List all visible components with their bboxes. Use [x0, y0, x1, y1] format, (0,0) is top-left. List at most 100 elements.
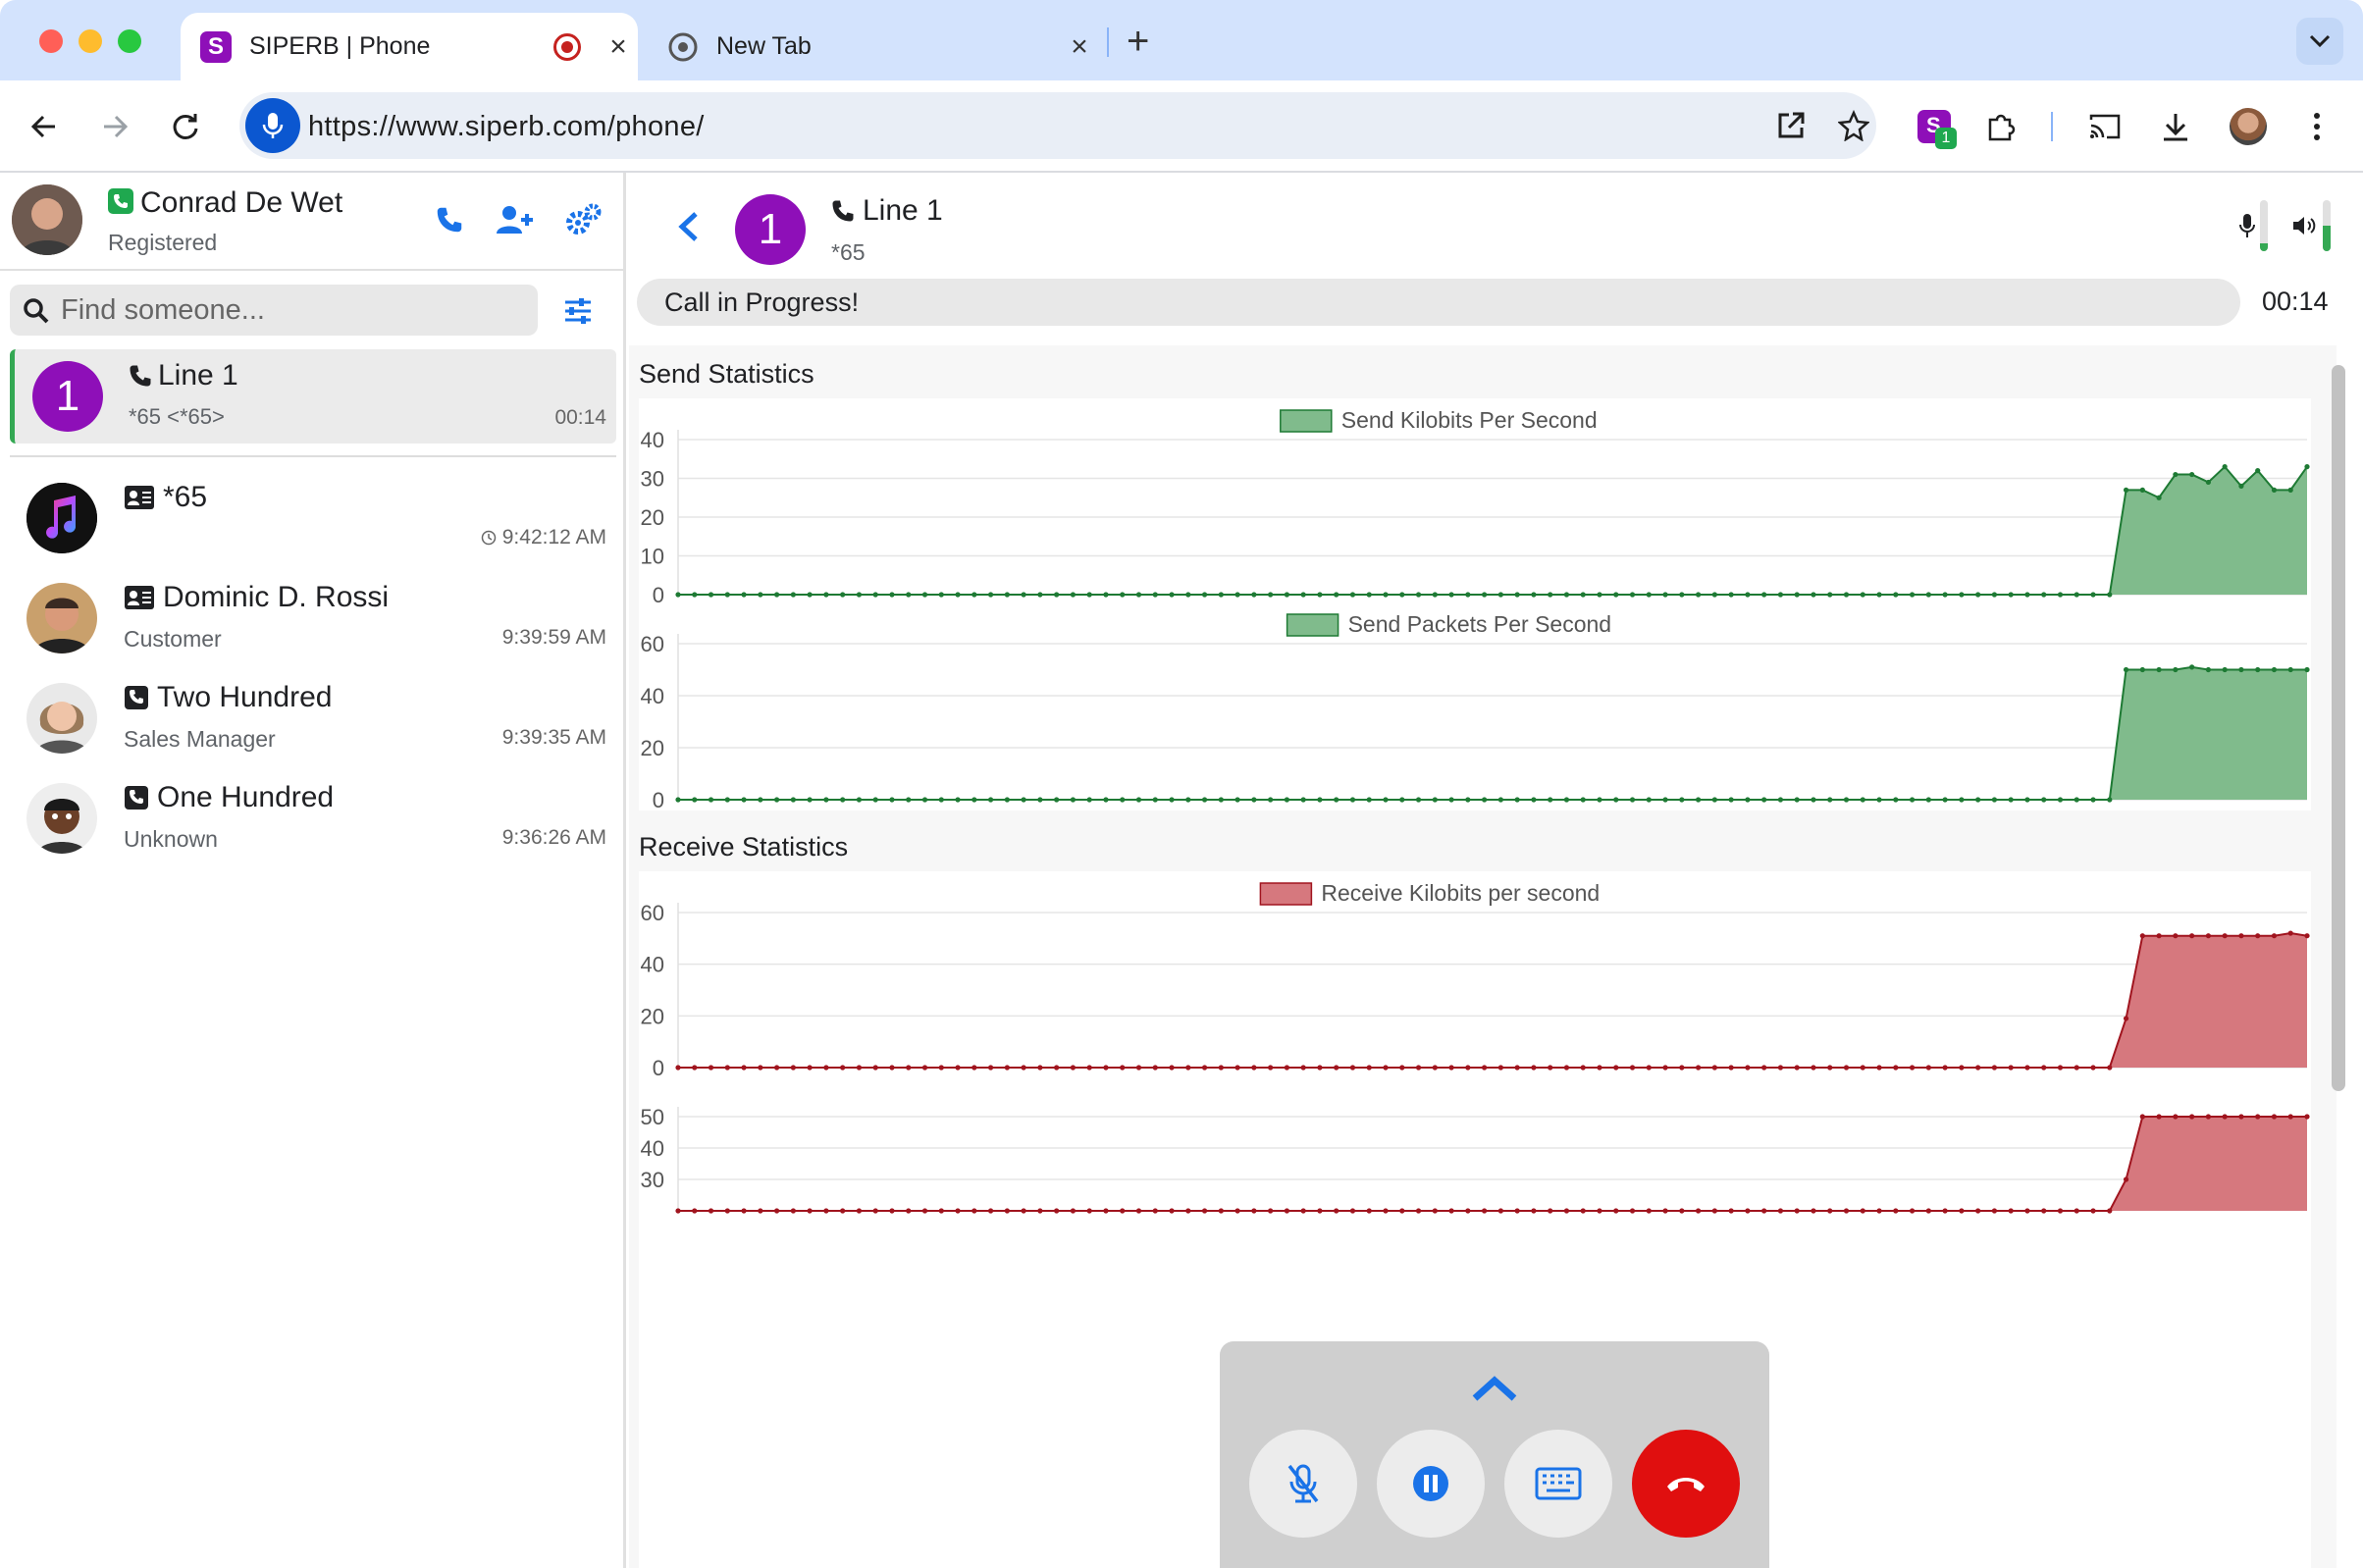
list-item[interactable]: One Hundred Unknown 9:36:26 AM [0, 771, 626, 869]
reload-button[interactable] [161, 102, 210, 151]
data-point [1334, 797, 1339, 803]
data-point [1086, 797, 1092, 803]
data-point [987, 1065, 994, 1071]
tab-search-button[interactable] [2296, 18, 2343, 65]
scrollbar[interactable] [2332, 365, 2345, 1091]
add-contact-button[interactable] [493, 198, 536, 241]
bookmark-star-icon[interactable] [1829, 101, 1878, 150]
data-point [1629, 592, 1636, 598]
data-point [2173, 1114, 2179, 1120]
tab-siperb-phone[interactable]: S SIPERB | Phone × [181, 13, 638, 80]
search-box [10, 285, 538, 336]
data-point [1679, 1208, 1685, 1214]
data-point [1711, 1208, 1717, 1214]
data-point [2024, 592, 2030, 598]
search-input[interactable] [61, 290, 522, 330]
zoom-window-button[interactable] [118, 29, 141, 53]
data-point [2074, 1065, 2079, 1071]
tab-new-tab[interactable]: New Tab × [648, 13, 1099, 80]
hangup-button[interactable] [1632, 1430, 1740, 1538]
data-point [1876, 1065, 1882, 1071]
new-tab-button[interactable]: + [1127, 20, 1149, 64]
data-point [1597, 1208, 1602, 1214]
data-point [2156, 933, 2162, 939]
data-point [906, 1065, 912, 1071]
data-point [1514, 797, 1520, 803]
cast-icon[interactable] [2080, 102, 2129, 151]
data-point [1399, 1065, 1405, 1071]
back-button[interactable] [668, 202, 708, 251]
active-line-item[interactable]: 1 Line 1 *65 <*65> 00:14 [10, 349, 616, 444]
data-point [1497, 592, 1503, 598]
data-point [856, 592, 863, 598]
registered-phone-icon [108, 188, 133, 214]
data-point [1251, 797, 1257, 803]
data-point [2057, 1065, 2064, 1071]
minimize-window-button[interactable] [79, 29, 102, 53]
list-item[interactable]: *65 9:42:12 AM [0, 471, 626, 569]
data-point [955, 1208, 961, 1214]
data-point [1975, 592, 1981, 598]
data-point [724, 1065, 730, 1071]
data-point [2173, 666, 2179, 673]
hold-button[interactable] [1377, 1430, 1485, 1538]
data-point [1613, 1208, 1619, 1214]
chevron-up-icon[interactable] [1469, 1375, 1520, 1404]
profile-avatar[interactable] [2224, 102, 2273, 151]
keypad-button[interactable] [1504, 1430, 1612, 1538]
search-icon [24, 298, 49, 324]
data-point [692, 797, 698, 803]
data-point [1827, 1208, 1833, 1214]
data-point [1004, 1208, 1010, 1214]
data-point [1169, 1065, 1175, 1071]
y-tick-label: 60 [641, 901, 664, 925]
open-in-app-icon[interactable] [1766, 101, 1815, 150]
line-detail: *65 <*65> [129, 404, 225, 429]
siperb-extension-icon[interactable]: S 1 [1910, 102, 1959, 151]
line-duration: 00:14 [554, 406, 606, 429]
download-icon[interactable] [2151, 102, 2200, 151]
data-point [1497, 1065, 1503, 1071]
extensions-puzzle-icon[interactable] [1976, 102, 2025, 151]
dial-button[interactable] [428, 198, 471, 241]
data-point [1383, 1065, 1389, 1071]
voice-search-icon[interactable] [245, 98, 300, 153]
list-item[interactable]: Two Hundred Sales Manager 9:39:35 AM [0, 671, 626, 769]
settings-button[interactable] [561, 198, 604, 241]
data-point [1334, 1208, 1339, 1214]
filter-button[interactable] [555, 288, 601, 334]
data-point [1054, 592, 1060, 598]
data-point [1070, 1065, 1076, 1071]
data-point [2304, 464, 2310, 470]
list-item[interactable]: Dominic D. Rossi Customer 9:39:59 AM [0, 571, 626, 669]
data-point [1349, 797, 1356, 803]
data-point [1662, 1208, 1668, 1214]
legend-swatch [1286, 613, 1339, 637]
data-point [2123, 487, 2129, 493]
data-point [2057, 1208, 2064, 1214]
data-point [1300, 1208, 1306, 1214]
call-status-bar: Call in Progress! [637, 279, 2240, 326]
data-point [692, 1208, 698, 1214]
avatar[interactable] [12, 184, 82, 255]
close-window-button[interactable] [39, 29, 63, 53]
close-tab-icon[interactable]: × [1060, 30, 1099, 64]
data-point [1893, 1208, 1899, 1214]
data-point [1268, 797, 1274, 803]
registration-status: Registered [108, 230, 218, 255]
close-tab-icon[interactable]: × [599, 30, 638, 64]
browser-menu-icon[interactable] [2292, 102, 2341, 151]
mute-button[interactable] [1249, 1430, 1357, 1538]
data-point [1135, 1208, 1142, 1214]
data-point [1597, 592, 1602, 598]
data-point [1415, 1065, 1422, 1071]
data-point [1942, 1208, 1948, 1214]
address-bar[interactable]: https://www.siperb.com/phone/ [239, 92, 1876, 159]
data-point [2205, 479, 2211, 486]
data-point [692, 1065, 698, 1071]
back-button[interactable] [20, 102, 69, 151]
data-point [790, 1208, 796, 1214]
forward-button[interactable] [90, 102, 139, 151]
data-point [872, 592, 878, 598]
data-point [1909, 1208, 1916, 1214]
